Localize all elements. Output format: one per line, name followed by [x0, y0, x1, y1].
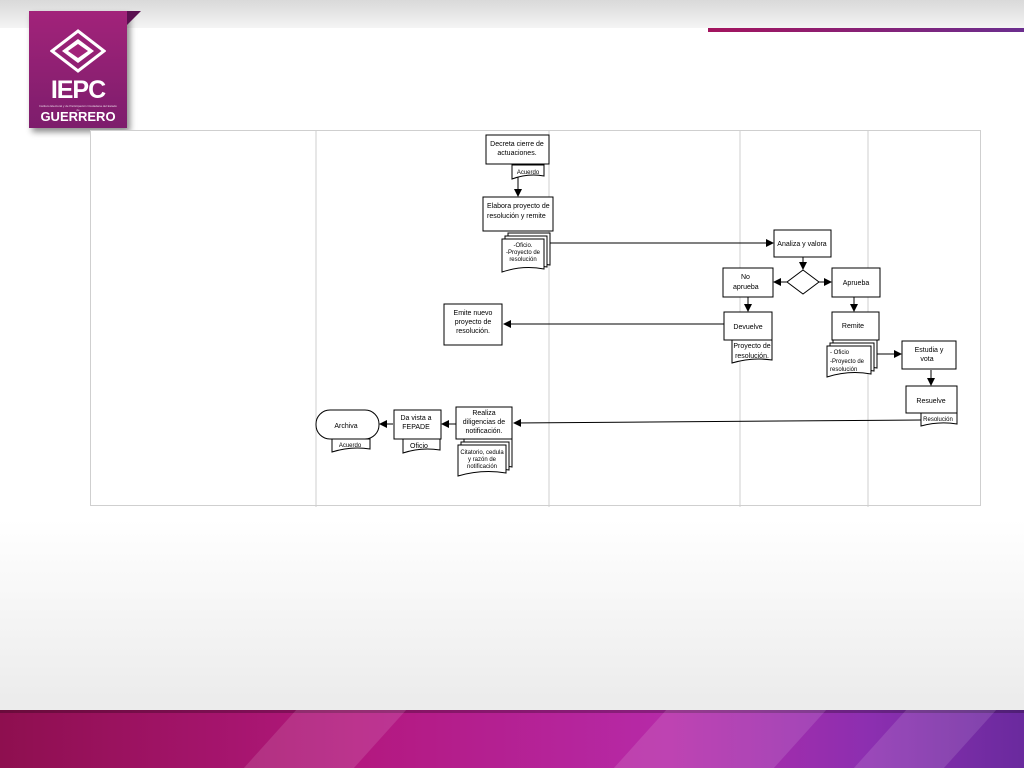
multidocument-oficio-proyecto: -Oficio. -Proyecto de resolución [501, 232, 551, 273]
process-da-vista-fepade: Da vista a FEPADE [393, 409, 442, 440]
connector-arrow [513, 418, 922, 427]
footer-decorative-bar [0, 710, 1024, 768]
node-text: notificación. [466, 428, 503, 435]
node-text: Analiza y valora [777, 241, 827, 248]
node-text: Da vista a [400, 415, 431, 422]
footer-stripe [853, 710, 997, 768]
process-devuelve: Devuelve [723, 311, 773, 341]
process-flowchart: Decreta cierre de actuaciones. Acuerdo E… [315, 131, 958, 507]
node-text: aprueba [733, 284, 759, 291]
node-text: -Proyecto de [506, 250, 541, 256]
node-text: vota [920, 356, 933, 363]
footer-stripe [613, 710, 827, 768]
swimlane-dividers [315, 131, 869, 507]
document-proyecto-resolucion: Proyecto de resolución. [731, 339, 773, 364]
node-text: Oficio [410, 443, 428, 450]
footer-stripe [243, 710, 407, 768]
node-text: -Proyecto de [830, 359, 865, 365]
node-text: Remite [842, 323, 864, 330]
node-text: proyecto de [455, 319, 492, 326]
node-text: Emite nuevo [454, 310, 493, 317]
node-text: Estudia y [915, 347, 944, 354]
process-decreta-cierre: Decreta cierre de actuaciones. [485, 134, 550, 165]
document-acuerdo: Acuerdo [511, 164, 545, 180]
process-emite-nuevo: Emite nuevo proyecto de resolución. [443, 303, 503, 346]
process-analiza-valora: Analiza y valora [773, 229, 832, 258]
process-estudia-vota: Estudia y vota [901, 340, 957, 370]
node-text: Elabora proyecto de [487, 203, 550, 210]
terminator-archiva: Archiva [315, 409, 380, 440]
node-text: Proyecto de [733, 343, 770, 350]
node-text: resolución [509, 257, 536, 263]
node-text: Realiza [472, 410, 495, 417]
logo-fold-corner [127, 11, 141, 25]
node-text: resolución y remite [487, 213, 546, 220]
iepc-logo: IEPC Instituto Electoral y de Participac… [29, 11, 141, 128]
process-resuelve: Resuelve [905, 385, 958, 414]
logo-acronym: IEPC [50, 76, 106, 104]
node-text: resolución. [456, 328, 490, 335]
flowchart-panel: Decreta cierre de actuaciones. Acuerdo E… [90, 130, 981, 507]
node-text: resolución [830, 367, 857, 373]
process-elabora-proyecto: Elabora proyecto de resolución y remite [482, 196, 554, 232]
node-text: Devuelve [733, 324, 762, 331]
node-text: notificación [467, 464, 497, 470]
header-accent-line [708, 28, 1024, 32]
node-text: y razón de [468, 457, 497, 463]
logo-state: GUERRERO [40, 109, 116, 124]
document-acuerdo-archiva: Acuerdo [331, 438, 371, 453]
node-text: Resolución [923, 417, 953, 423]
multidocument-citatorio: Citatorio, cedula y razón de notificació… [457, 438, 513, 477]
process-no-aprueba: No aprueba [722, 267, 774, 298]
node-text: diligencias de [463, 419, 506, 426]
node-text: Archiva [334, 423, 357, 430]
node-text: Acuerdo [339, 443, 362, 449]
process-aprueba: Aprueba [831, 267, 881, 298]
node-text: resolución. [735, 353, 769, 360]
process-realiza-diligencias: Realiza diligencias de notificación. [455, 406, 513, 440]
node-text: Acuerdo [517, 170, 540, 176]
node-text: FEPADE [402, 424, 430, 431]
footer-edge [0, 710, 1024, 713]
node-text: actuaciones. [497, 150, 536, 157]
process-remite: Remite [831, 311, 880, 341]
ballot-emblem-icon [50, 29, 106, 73]
node-text: Aprueba [843, 280, 870, 287]
node-text: -Oficio. [513, 243, 532, 249]
header-band [0, 0, 1024, 28]
node-text: Resuelve [916, 398, 945, 405]
document-oficio: Oficio [402, 438, 441, 454]
document-resolucion: Resolución [920, 412, 958, 427]
node-text: Citatorio, cedula [460, 450, 504, 456]
node-text: No [741, 274, 750, 281]
decision-diamond [786, 269, 820, 295]
multidocument-oficio-remite: - Oficio -Proyecto de resolución [826, 339, 878, 378]
node-text: - Oficio [830, 350, 850, 356]
node-text: Decreta cierre de [490, 141, 544, 148]
